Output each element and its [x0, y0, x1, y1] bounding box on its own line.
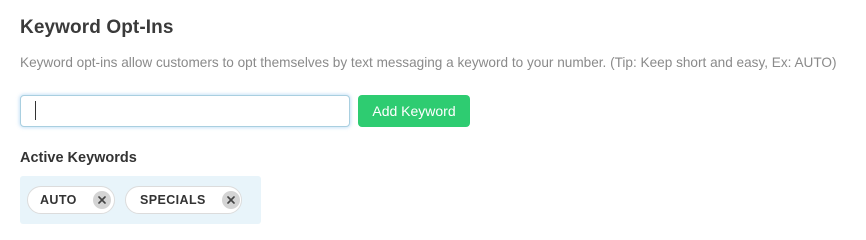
keyword-chip-label: SPECIALS: [140, 193, 206, 207]
keyword-chip-label: AUTO: [40, 193, 77, 207]
page-description: Keyword opt-ins allow customers to opt t…: [20, 55, 837, 70]
active-keywords-list: AUTO SPECIALS: [20, 176, 261, 224]
keyword-chip-auto: AUTO: [27, 186, 115, 214]
active-keywords-heading: Active Keywords: [20, 150, 137, 166]
page-title: Keyword Opt-Ins: [20, 17, 174, 38]
close-icon[interactable]: [93, 191, 111, 209]
text-caret: [35, 101, 36, 120]
add-keyword-button[interactable]: Add Keyword: [358, 95, 470, 127]
keyword-input[interactable]: [20, 95, 350, 127]
keyword-chip-specials: SPECIALS: [125, 186, 242, 214]
close-icon[interactable]: [222, 191, 240, 209]
